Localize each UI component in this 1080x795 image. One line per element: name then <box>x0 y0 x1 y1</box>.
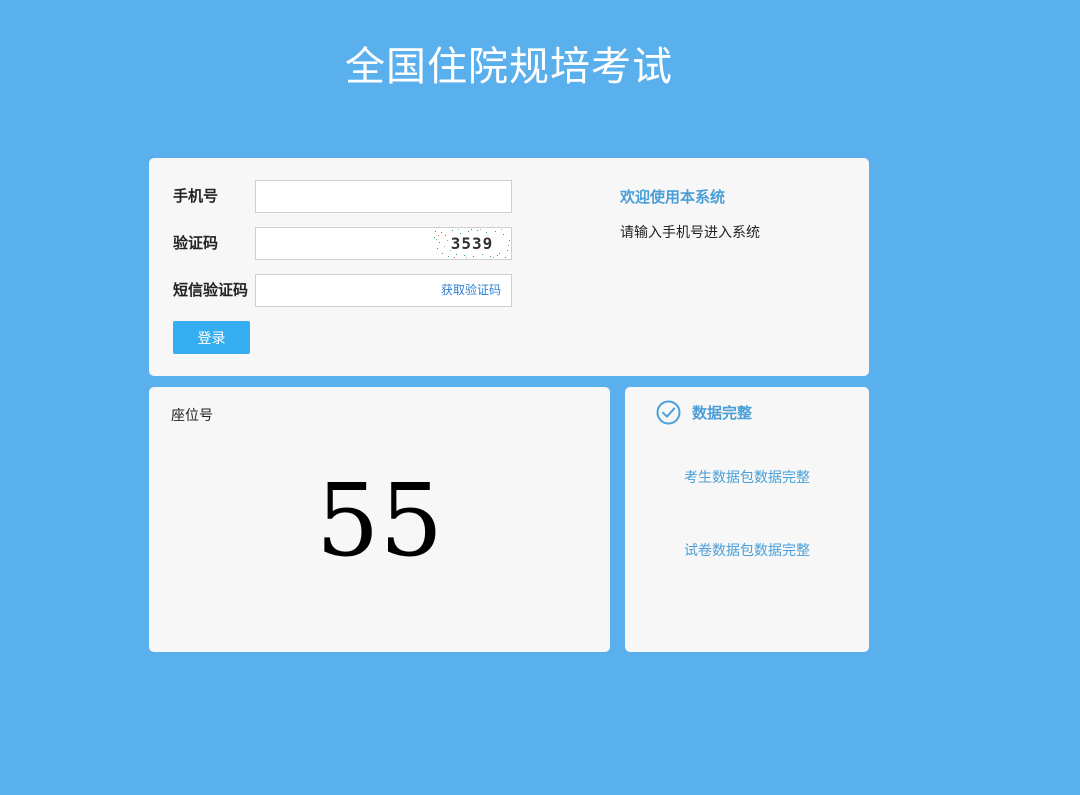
status-item-exam-paper-data: 试卷数据包数据完整 <box>684 543 810 559</box>
login-button[interactable]: 登录 <box>173 321 250 354</box>
login-panel: 手机号 验证码 3539 短信验证码 获取验证码 登录 欢迎使用本系统 请输入手… <box>149 158 869 376</box>
captcha-text: 3539 <box>450 234 494 253</box>
phone-label: 手机号 <box>173 187 219 205</box>
sms-label: 短信验证码 <box>173 281 249 299</box>
welcome-title: 欢迎使用本系统 <box>620 188 726 206</box>
check-circle-icon <box>656 400 681 425</box>
captcha-image[interactable]: 3539 <box>433 228 511 259</box>
page-title: 全国住院规培考试 <box>345 44 673 90</box>
seat-panel: 座位号 55 <box>149 387 610 652</box>
welcome-text: 请输入手机号进入系统 <box>620 225 760 241</box>
phone-input[interactable] <box>255 180 512 213</box>
sms-row: 短信验证码 获取验证码 <box>173 274 513 307</box>
seat-label: 座位号 <box>171 408 213 424</box>
data-status-title: 数据完整 <box>692 404 753 422</box>
seat-number: 55 <box>315 462 444 579</box>
status-item-candidate-data: 考生数据包数据完整 <box>684 470 810 486</box>
captcha-label: 验证码 <box>173 234 219 252</box>
get-sms-code-link[interactable]: 获取验证码 <box>441 274 501 307</box>
phone-row: 手机号 <box>173 180 513 213</box>
data-status-panel: 数据完整 考生数据包数据完整 试卷数据包数据完整 <box>625 387 869 652</box>
captcha-row: 验证码 3539 <box>173 227 513 260</box>
